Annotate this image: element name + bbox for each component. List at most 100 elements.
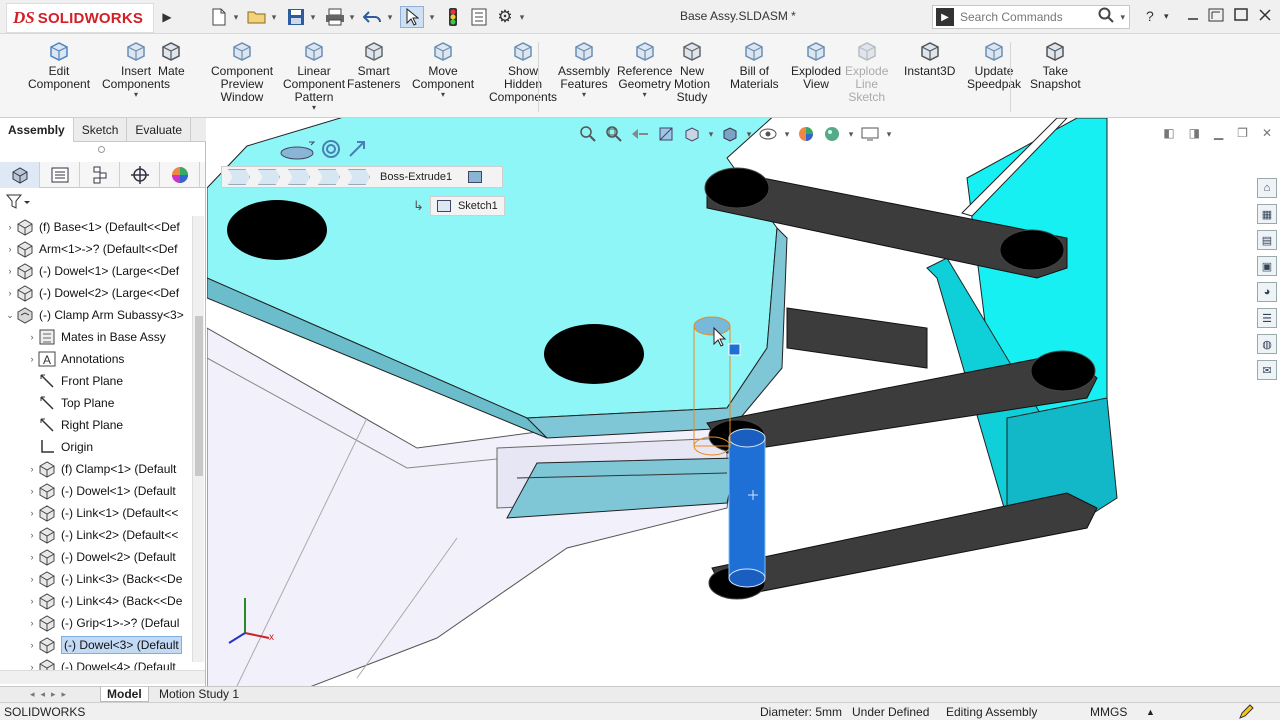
apply-scene-dropdown-icon[interactable]: ▾ (847, 124, 855, 144)
panel-collapse-handle[interactable] (98, 146, 105, 153)
tab-scroll-arrows-icon[interactable]: ◂◂▸▸ (30, 689, 72, 700)
featuremanager-tab-icon[interactable] (0, 162, 40, 188)
tree-expand-icon[interactable]: › (26, 354, 38, 364)
help-dropdown-icon[interactable]: ▾ (1164, 11, 1169, 22)
instant3d-button[interactable]: Instant3D (904, 40, 955, 78)
scrollbar-thumb[interactable] (195, 316, 203, 476)
select-cursor-icon[interactable] (400, 6, 424, 28)
breadcrumb-feature-icon[interactable] (348, 169, 370, 185)
viewport-minimize-icon[interactable]: ▁ (1214, 126, 1223, 140)
tree-item[interactable]: Top Plane (0, 392, 190, 414)
units-selector[interactable]: MMGS (1090, 705, 1127, 719)
hide-show-items-icon[interactable] (757, 124, 779, 144)
smart-fasteners-button[interactable]: Smart Fasteners (347, 40, 400, 91)
mate-button[interactable]: Mate (158, 40, 185, 78)
view-orientation-icon[interactable] (681, 124, 703, 144)
tree-expand-icon[interactable]: › (26, 596, 38, 606)
options-dropdown-icon[interactable]: ▾ (518, 6, 526, 28)
tree-expand-icon[interactable]: › (26, 574, 38, 584)
show-hidden-button[interactable]: Show Hidden Components (489, 40, 557, 104)
tree-item[interactable]: ⌄ (-) Clamp Arm Subassy<3> (0, 304, 190, 326)
ribbon-dropdown-icon[interactable]: ▾ (441, 91, 445, 99)
breadcrumb-face-icon[interactable] (468, 171, 483, 183)
filter-icon[interactable] (5, 194, 30, 213)
tree-item[interactable]: › Arm<1>->? (Default<<Def (0, 238, 190, 260)
view-orientation-dropdown-icon[interactable]: ▾ (707, 124, 715, 144)
restore-window-button[interactable] (1208, 8, 1224, 25)
hide-show-dropdown-icon[interactable]: ▾ (783, 124, 791, 144)
breadcrumb-body-icon[interactable] (318, 169, 340, 185)
tree-vertical-scrollbar[interactable] (192, 216, 204, 662)
breadcrumb-assembly-icon[interactable] (228, 169, 250, 185)
open-dropdown-icon[interactable]: ▾ (270, 6, 278, 28)
undo-icon[interactable] (362, 6, 384, 28)
zoom-to-area-icon[interactable] (603, 124, 625, 144)
mate-target-icon[interactable] (321, 139, 341, 159)
menu-expand-icon[interactable]: ▶ (160, 6, 174, 28)
sketch-breadcrumb-item[interactable]: Sketch1 (429, 196, 505, 217)
propertymanager-tab-icon[interactable] (40, 162, 80, 188)
tree-item[interactable]: › (-) Grip<1>->? (Defaul (0, 612, 190, 634)
tree-expand-icon[interactable]: ⌄ (4, 310, 16, 321)
viewport-close-icon[interactable]: ✕ (1262, 126, 1272, 140)
breadcrumb-part-icon[interactable] (288, 169, 310, 185)
ribbon-dropdown-icon[interactable]: ▾ (312, 104, 316, 112)
forum-chat-icon[interactable]: ✉ (1257, 360, 1277, 380)
appearances-scenes-icon[interactable]: ◕ (1257, 282, 1277, 302)
tree-expand-icon[interactable]: › (26, 552, 38, 562)
tab-sketch[interactable]: Sketch (74, 118, 128, 142)
edit-appearance-icon[interactable] (795, 124, 817, 144)
breadcrumb-feature-label[interactable]: Boss-Extrude1 (380, 171, 452, 183)
ribbon-dropdown-icon[interactable]: ▾ (134, 91, 138, 99)
viewport-restore-icon[interactable]: ❐ (1237, 126, 1248, 140)
undo-dropdown-icon[interactable]: ▾ (386, 6, 394, 28)
display-manager-tab-icon[interactable] (160, 162, 200, 188)
search-commands-field[interactable]: ▶ Search Commands ▾ (932, 5, 1130, 29)
quick-tips-pencil-icon[interactable] (1238, 704, 1256, 720)
speedpak-button[interactable]: Update Speedpak (967, 40, 1021, 91)
design-library-icon[interactable]: ▦ (1257, 204, 1277, 224)
ribbon-dropdown-icon[interactable]: ▾ (643, 91, 647, 99)
tree-expand-icon[interactable]: › (4, 288, 16, 298)
tree-expand-icon[interactable]: › (26, 332, 38, 342)
rotate-component-icon[interactable] (347, 139, 367, 159)
view-palette-icon[interactable]: ▣ (1257, 256, 1277, 276)
edit-part-icon[interactable] (279, 138, 315, 160)
motion-study-button[interactable]: New Motion Study (674, 40, 710, 104)
tree-expand-icon[interactable]: › (26, 486, 38, 496)
search-input[interactable]: Search Commands (960, 10, 1098, 24)
edit-component-button[interactable]: Edit Component (28, 40, 90, 91)
configurationmanager-tab-icon[interactable] (80, 162, 120, 188)
close-window-button[interactable] (1258, 8, 1272, 25)
tree-item[interactable]: › (-) Dowel<2> (Default (0, 546, 190, 568)
tree-expand-icon[interactable]: › (26, 618, 38, 628)
tree-expand-icon[interactable]: › (26, 508, 38, 518)
tree-item[interactable]: › (-) Link<2> (Default<< (0, 524, 190, 546)
view-settings-icon[interactable] (859, 124, 881, 144)
print-icon[interactable] (324, 6, 346, 28)
save-dropdown-icon[interactable]: ▾ (309, 6, 317, 28)
new-dropdown-icon[interactable]: ▾ (232, 6, 240, 28)
selected-dowel[interactable] (728, 437, 766, 579)
maximize-window-button[interactable] (1234, 8, 1248, 25)
tab-assembly[interactable]: Assembly (0, 118, 74, 142)
tree-expand-icon[interactable]: › (4, 244, 16, 254)
zoom-to-fit-icon[interactable] (577, 124, 599, 144)
solidworks-logo[interactable]: DS SOLIDWORKS (6, 3, 154, 33)
previous-view-icon[interactable] (629, 124, 651, 144)
tree-item[interactable]: › (f) Base<1> (Default<<Def (0, 216, 190, 238)
view-settings-dropdown-icon[interactable]: ▾ (885, 124, 893, 144)
tab-evaluate[interactable]: Evaluate (127, 118, 192, 142)
move-component-button[interactable]: Move Component ▾ (412, 40, 474, 99)
options-gear-icon[interactable]: ⚙ (494, 6, 516, 28)
apply-scene-icon[interactable] (821, 124, 843, 144)
save-icon[interactable] (285, 6, 307, 28)
select-dropdown-icon[interactable]: ▾ (428, 6, 436, 28)
breadcrumb-subassembly-icon[interactable] (258, 169, 280, 185)
ribbon-dropdown-icon[interactable]: ▾ (582, 91, 586, 99)
assembly-features-button[interactable]: Assembly Features ▾ (558, 40, 610, 99)
tree-item[interactable]: › A Annotations (0, 348, 190, 370)
viewport-next-icon[interactable]: ◨ (1189, 126, 1200, 140)
tree-item[interactable]: › Mates in Base Assy (0, 326, 190, 348)
tree-item[interactable]: › (f) Clamp<1> (Default (0, 458, 190, 480)
